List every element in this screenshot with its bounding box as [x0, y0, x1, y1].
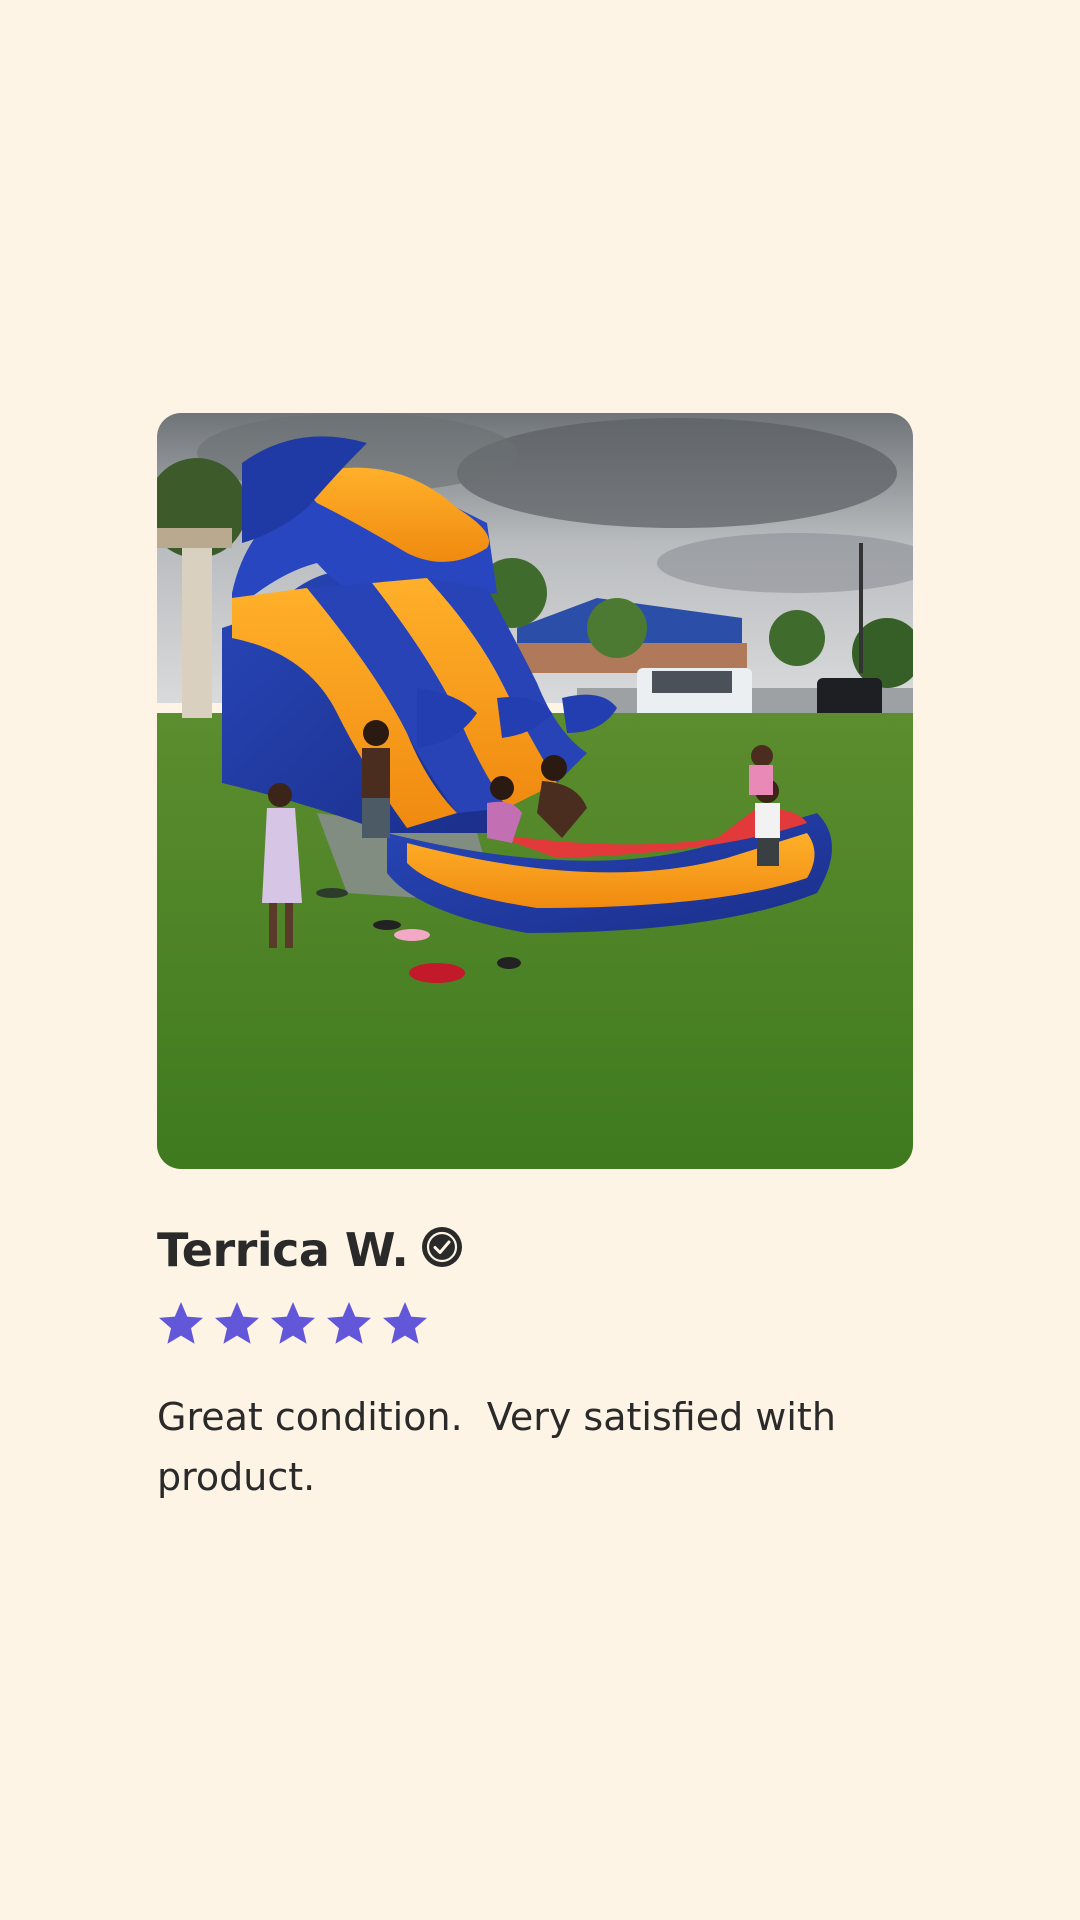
- customer-photo: [157, 413, 913, 1169]
- star-rating: [157, 1299, 913, 1349]
- star-icon: [269, 1300, 317, 1348]
- reviewer-name: Terrica W.: [157, 1223, 409, 1277]
- review-card: Terrica W. Great condition. Very satisfi…: [157, 413, 913, 1507]
- review-photo[interactable]: [157, 413, 913, 1169]
- star-icon: [381, 1300, 429, 1348]
- star-icon: [213, 1300, 261, 1348]
- reviewer-row: Terrica W.: [157, 1221, 913, 1279]
- star-icon: [325, 1300, 373, 1348]
- verified-check-icon: [422, 1227, 463, 1267]
- star-icon: [157, 1300, 205, 1348]
- review-body: Great condition. Very satisfied with pro…: [157, 1395, 848, 1499]
